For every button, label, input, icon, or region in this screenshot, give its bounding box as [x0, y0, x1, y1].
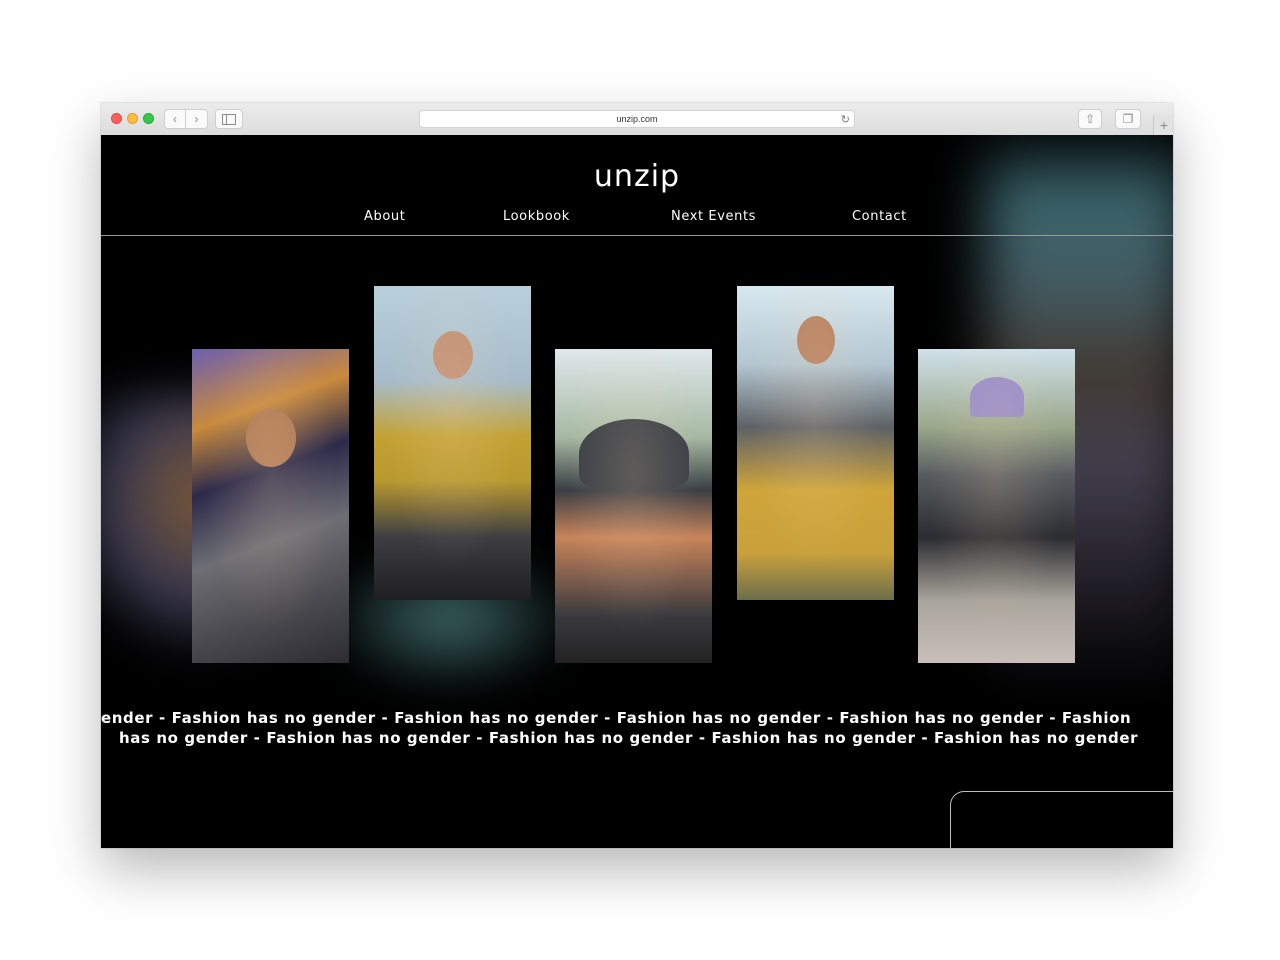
url-text: unzip.com: [616, 114, 658, 124]
new-tab-button[interactable]: +: [1153, 115, 1173, 135]
zoom-window-button[interactable]: [143, 113, 154, 124]
share-icon: ⇧: [1084, 112, 1096, 126]
tabs-overview-button[interactable]: ❐: [1115, 109, 1141, 129]
plus-icon: +: [1159, 117, 1169, 133]
slogan-ticker: ender - Fashion has no gender - Fashion …: [101, 709, 1173, 727]
reload-icon[interactable]: ↻: [841, 113, 850, 126]
address-bar[interactable]: unzip.com ↻: [419, 110, 855, 128]
nav-contact[interactable]: Contact: [852, 209, 907, 224]
site-logo[interactable]: unzip: [101, 159, 1173, 194]
tabs-icon: ❐: [1122, 112, 1134, 126]
model-figure: [432, 331, 473, 379]
close-window-button[interactable]: [111, 113, 122, 124]
model-figure: [578, 419, 689, 489]
chevron-right-icon: ›: [194, 112, 199, 126]
lookbook-photo[interactable]: [192, 349, 349, 663]
share-button[interactable]: ⇧: [1078, 109, 1102, 129]
nav-lookbook[interactable]: Lookbook: [503, 209, 570, 224]
back-button[interactable]: ‹: [164, 109, 186, 129]
minimize-window-button[interactable]: [127, 113, 138, 124]
outlined-panel: [950, 791, 1173, 848]
model-figure: [969, 377, 1024, 417]
lookbook-photo[interactable]: [374, 286, 531, 600]
ticker-text: has no gender - Fashion has no gender - …: [119, 729, 1139, 747]
header-divider: [101, 235, 1173, 236]
browser-toolbar: ‹ › unzip.com ↻ ⇧ ❐ +: [101, 103, 1173, 136]
lookbook-photo[interactable]: [737, 286, 894, 600]
chevron-left-icon: ‹: [173, 112, 177, 126]
model-figure: [245, 409, 296, 467]
web-page: unzip About Lookbook Next Events Contact…: [101, 135, 1173, 848]
sidebar-icon: [222, 113, 236, 125]
nav-next-events[interactable]: Next Events: [671, 209, 756, 224]
sidebar-toggle-button[interactable]: [215, 109, 243, 129]
main-nav: About Lookbook Next Events Contact: [101, 209, 1173, 229]
model-figure: [796, 316, 835, 364]
browser-window: ‹ › unzip.com ↻ ⇧ ❐ + unzip About Lookbo…: [101, 103, 1173, 848]
ticker-text: ender - Fashion has no gender - Fashion …: [101, 709, 1132, 727]
lookbook-photo[interactable]: [918, 349, 1075, 663]
lookbook-photo[interactable]: [555, 349, 712, 663]
nav-about[interactable]: About: [364, 209, 405, 224]
slogan-ticker: has no gender - Fashion has no gender - …: [101, 729, 1173, 747]
forward-button[interactable]: ›: [186, 109, 208, 129]
